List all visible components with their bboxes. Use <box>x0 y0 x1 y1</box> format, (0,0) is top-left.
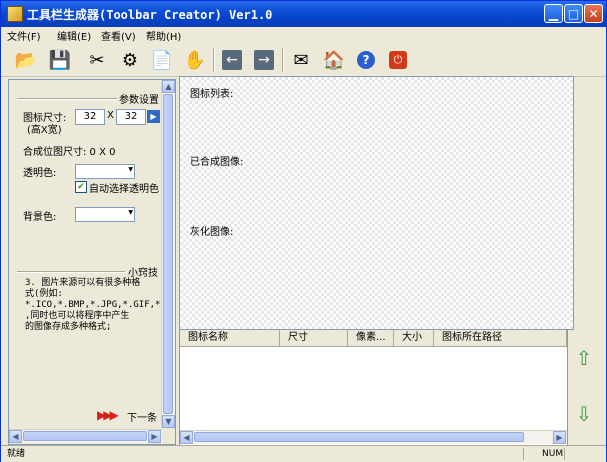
column-header-file-size[interactable]: 大小 <box>394 330 434 346</box>
transparent-color-select[interactable]: ▼ <box>75 164 135 179</box>
scroll-down-arrow-icon[interactable]: ▼ <box>162 415 175 428</box>
cut-icon[interactable]: ✂ <box>84 47 110 73</box>
icon-width-input[interactable]: 32 <box>116 109 146 125</box>
forward-arrow-icon[interactable]: → <box>251 47 277 73</box>
background-label: 背景色: <box>23 212 57 223</box>
title-bar: 工具栏生成器(Toolbar Creator) Ver1.0 ▁ □ ✕ <box>1 1 606 27</box>
icon-height-input[interactable]: 32 <box>75 109 105 125</box>
help-icon[interactable]: ? <box>353 47 379 73</box>
minimize-button[interactable]: ▁ <box>544 4 563 23</box>
move-up-arrow-icon[interactable]: ⇧ <box>572 346 596 370</box>
icon-list-label: 图标列表: <box>190 89 234 100</box>
gray-image-label: 灰化图像: <box>190 227 234 238</box>
auto-transparent-checkbox[interactable]: ✔ <box>75 181 87 193</box>
maximize-button[interactable]: □ <box>564 4 583 23</box>
transparent-label: 透明色: <box>23 168 57 179</box>
scroll-thumb[interactable] <box>23 431 147 441</box>
table-header: 图标名称 尺寸 像素... 大小 图标所在路径 <box>180 330 567 347</box>
image-canvas: 图标列表: 已合成图像: 灰化图像: <box>179 76 574 330</box>
apply-size-button[interactable]: ▶ <box>147 110 160 123</box>
column-header-pixels[interactable]: 像素... <box>348 330 394 346</box>
menu-edit[interactable]: 编辑(E) <box>57 28 91 43</box>
menu-bar: 文件(F) 编辑(E) 查看(V) 帮助(H) <box>1 27 606 44</box>
column-header-size[interactable]: 尺寸 <box>280 330 348 346</box>
scroll-thumb[interactable] <box>163 94 173 414</box>
num-lock-indicator: NUM <box>542 449 564 459</box>
background-color-select[interactable]: ▼ <box>75 207 135 222</box>
times-label: X <box>107 110 114 121</box>
close-button[interactable]: ✕ <box>584 4 603 23</box>
tip-text: 3. 图片来源可以有很多种格 式(例如: *.ICO,*.BMP,*.JPG,*… <box>25 278 166 332</box>
mail-icon[interactable]: ✉ <box>288 47 314 73</box>
scroll-up-arrow-icon[interactable]: ▲ <box>162 80 175 93</box>
left-vertical-scrollbar[interactable]: ▲ ▼ <box>161 80 175 428</box>
next-tip-link[interactable]: 下一条 <box>127 409 157 424</box>
status-bar: 就绪 NUM <box>1 445 606 462</box>
scroll-left-arrow-icon[interactable]: ◀ <box>180 431 193 444</box>
auto-transparent-label: 自动选择透明色 <box>89 184 159 195</box>
toolbar-separator <box>282 48 284 72</box>
column-header-icon-name[interactable]: 图标名称 <box>180 330 280 346</box>
table-horizontal-scrollbar[interactable]: ◀ ▶ <box>180 430 567 444</box>
app-icon <box>7 6 23 22</box>
menu-view[interactable]: 查看(V) <box>101 28 136 43</box>
left-panel: 参数设置 图标尺寸: (高X宽) 32 X 32 ▶ 合成位图尺寸: 0 X 0… <box>8 79 176 445</box>
chevron-down-icon: ▼ <box>128 209 133 216</box>
menu-help[interactable]: 帮助(H) <box>146 28 181 43</box>
status-divider <box>564 448 565 460</box>
next-tip-icon[interactable]: ▶▶▶ <box>97 408 119 422</box>
tips-section-title: 小窍技 <box>128 268 158 279</box>
status-text: 就绪 <box>7 449 26 459</box>
scroll-thumb[interactable] <box>194 432 524 442</box>
icon-size-sub-label: (高X宽) <box>27 125 62 136</box>
toolbar: 📂 💾 ✂ ⚙ 📄 ✋ ← → ✉ 🏠 ? ⏻ <box>1 44 606 77</box>
params-section-title: 参数设置 <box>119 95 159 106</box>
window-title: 工具栏生成器(Toolbar Creator) Ver1.0 <box>27 8 273 22</box>
power-icon[interactable]: ⏻ <box>385 47 411 73</box>
save-icon[interactable]: 💾 <box>47 47 73 73</box>
divider <box>17 271 125 273</box>
toolbar-separator <box>213 48 215 72</box>
column-header-path[interactable]: 图标所在路径 <box>434 330 567 346</box>
open-folder-icon[interactable]: 📂 <box>13 47 39 73</box>
hand-tool-icon[interactable]: ✋ <box>182 47 208 73</box>
status-divider <box>523 448 524 460</box>
icon-table: 图标名称 尺寸 像素... 大小 图标所在路径 ◀ ▶ <box>179 329 568 446</box>
document-icon[interactable]: 📄 <box>149 47 175 73</box>
scroll-left-arrow-icon[interactable]: ◀ <box>9 430 22 443</box>
main-window: 工具栏生成器(Toolbar Creator) Ver1.0 ▁ □ ✕ 文件(… <box>0 0 607 462</box>
move-down-arrow-icon[interactable]: ⇩ <box>572 402 596 426</box>
settings-gears-icon[interactable]: ⚙ <box>117 47 143 73</box>
combined-image-label: 已合成图像: <box>190 157 244 168</box>
scroll-right-arrow-icon[interactable]: ▶ <box>553 431 566 444</box>
chevron-down-icon: ▼ <box>128 166 133 173</box>
divider <box>17 98 117 100</box>
menu-file[interactable]: 文件(F) <box>7 28 41 43</box>
scroll-right-arrow-icon[interactable]: ▶ <box>148 430 161 443</box>
home-icon[interactable]: 🏠 <box>321 47 347 73</box>
back-arrow-icon[interactable]: ← <box>219 47 245 73</box>
left-horizontal-scrollbar[interactable]: ◀ ▶ <box>9 429 162 443</box>
combined-size-label: 合成位图尺寸: 0 X 0 <box>23 147 116 158</box>
